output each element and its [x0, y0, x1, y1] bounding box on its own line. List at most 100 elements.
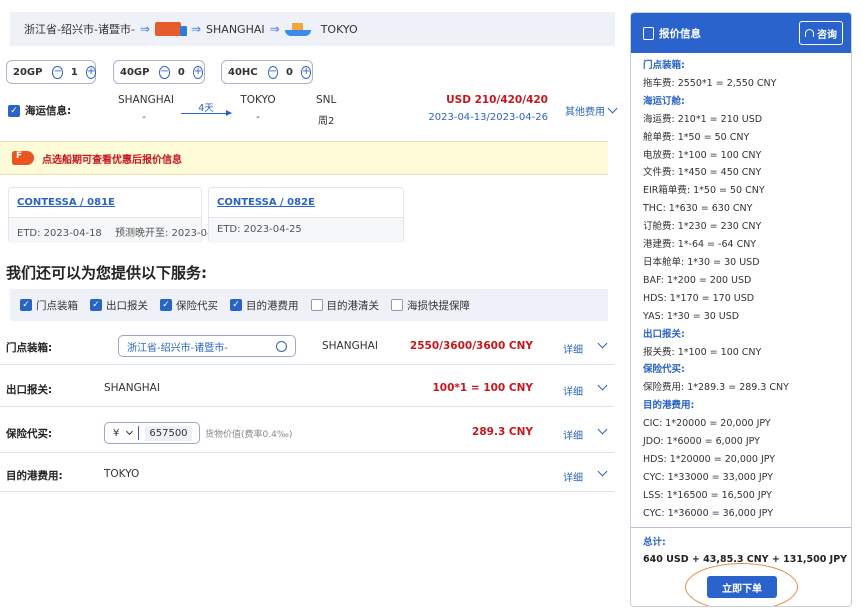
fee-line: BAF: 1*200 = 200 USD [643, 274, 752, 286]
order-now-button[interactable]: 立即下单 [707, 576, 777, 598]
door-address-input[interactable]: 浙江省-绍兴市-诸暨市- [118, 335, 296, 357]
vessel-etd: ETD: 2023-04-25 [217, 224, 302, 235]
fee-line: 日本舱单: 1*30 = 30 USD [643, 256, 760, 268]
customs-port: SHANGHAI [104, 382, 160, 394]
plus-circle-icon[interactable]: + [85, 65, 97, 79]
checkbox-icon[interactable] [391, 299, 403, 311]
door-detail-link[interactable]: 详细 [563, 341, 583, 356]
vessel-card[interactable]: CONTESSA / 082E ETD: 2023-04-25 [208, 187, 404, 243]
other-fees-link[interactable]: 其他费用 [565, 103, 618, 118]
checkbox-icon[interactable]: ✓ [90, 299, 102, 311]
container-qty: 0 [286, 66, 293, 78]
divider [631, 526, 851, 528]
minus-circle-icon[interactable]: − [159, 65, 170, 79]
door-price: 2550/3600/3600 CNY [409, 340, 533, 352]
fee-line: 保险费用: 1*289.3 = 289.3 CNY [643, 382, 789, 394]
currency-select[interactable]: ¥ [113, 428, 119, 439]
fee-line: CYC: 1*36000 = 36,000 JPY [643, 507, 774, 519]
service-option-insurance[interactable]: ✓ 保险代买 [160, 298, 218, 313]
sea-info-checkbox[interactable]: ✓ 海运信息: [8, 103, 71, 118]
fee-line: HDS: 1*170 = 170 USD [643, 292, 755, 304]
service-option-damage-guarantee[interactable]: 海损快提保障 [391, 298, 470, 313]
vessel-name[interactable]: CONTESSA / 082E [209, 188, 403, 218]
search-icon[interactable] [276, 340, 287, 352]
insurance-value-input[interactable]: ¥ 657500 [104, 422, 200, 444]
vessel-etd-row: ETD: 2023-04-18 预测晚开至: 2023-04-19 [9, 218, 230, 243]
service-option-customs[interactable]: ✓ 出口报关 [90, 298, 148, 313]
transit-arrow [181, 113, 231, 114]
checkbox-icon[interactable]: ✓ [160, 299, 172, 311]
sea-to: TOKYO [240, 94, 276, 106]
chevron-down-icon[interactable] [597, 338, 608, 349]
checkbox-icon[interactable]: ✓ [230, 299, 242, 311]
insurance-detail-link[interactable]: 详细 [563, 427, 583, 442]
carrier: SNL [316, 94, 337, 106]
other-fees-label: 其他费用 [565, 107, 605, 118]
plus-circle-icon[interactable]: + [300, 65, 312, 79]
chevron-down-icon[interactable] [597, 380, 608, 391]
fee-line: 文件费: 1*450 = 450 CNY [643, 167, 762, 179]
checkbox-icon[interactable]: ✓ [20, 299, 32, 311]
total-label: 总计: [643, 536, 666, 548]
container-qty: 0 [177, 66, 185, 78]
ship-icon [284, 22, 311, 36]
vessel-etd: ETD: 2023-04-18 [17, 228, 102, 239]
section-head: 门点装箱: [643, 60, 685, 71]
fee-line: HDS: 1*20000 = 20,000 JPY [643, 453, 776, 465]
chevron-down-icon[interactable] [126, 427, 134, 435]
container-stepper-40hc[interactable]: 40HC − 0 + [221, 60, 313, 84]
dest-fees-label: 目的港费用: [6, 470, 63, 482]
vessel-name[interactable]: CONTESSA / 081E [9, 188, 201, 218]
arrow-right-icon: ⇒ [139, 22, 150, 36]
container-stepper-20gp[interactable]: 20GP − 1 + [6, 60, 97, 84]
vessel-card[interactable]: CONTESSA / 081E ETD: 2023-04-18 预测晚开至: 2… [8, 187, 230, 243]
service-option-label: 目的港清关 [326, 299, 380, 312]
container-stepper-40gp[interactable]: 40GP − 0 + [113, 60, 205, 84]
fee-line: 电放费: 1*100 = 100 CNY [643, 149, 762, 161]
door-address-value: 浙江省-绍兴市-诸暨市- [127, 342, 228, 354]
quote-panel-header: 报价信息 咨询 [631, 13, 851, 53]
consult-button[interactable]: 咨询 [799, 21, 843, 45]
fee-line: YAS: 1*30 = 30 USD [643, 310, 740, 322]
minus-circle-icon[interactable]: − [267, 65, 279, 79]
fee-line: 海运费: 210*1 = 210 USD [643, 113, 763, 125]
route-bar: 浙江省-绍兴市-诸暨市- ⇒ ⇒ SHANGHAI ⇒ TOKYO [10, 12, 615, 46]
door-port: SHANGHAI [322, 340, 378, 352]
route-port-from: SHANGHAI [206, 22, 265, 36]
service-option-dest-clearance[interactable]: 目的港清关 [310, 298, 380, 313]
sea-price: USD 210/420/420 [446, 94, 548, 106]
minus-circle-icon[interactable]: − [52, 65, 63, 79]
headset-icon [805, 29, 814, 37]
checkbox-icon[interactable]: ✓ [8, 104, 20, 117]
chevron-down-icon[interactable] [597, 424, 608, 435]
arrow-right-icon: ⇒ [190, 22, 202, 36]
consult-label: 咨询 [817, 29, 837, 41]
section-head: 保险代买: [643, 364, 685, 376]
sailing-weekday: 周2 [318, 116, 335, 127]
customs-label: 出口报关: [6, 384, 53, 396]
customs-price: 100*1 = 100 CNY [432, 382, 534, 394]
container-type: 40GP [120, 66, 150, 78]
service-option-door[interactable]: ✓ 门点装箱 [20, 298, 78, 313]
container-qty: 1 [70, 66, 78, 78]
service-option-label: 门点装箱 [36, 299, 78, 312]
fee-line: LSS: 1*16500 = 16,500 JPY [643, 489, 772, 501]
fee-line: 港建费: 1*-64 = -64 CNY [643, 239, 757, 251]
dest-detail-link[interactable]: 详细 [563, 469, 583, 484]
route-origin: 浙江省-绍兴市-诸暨市- [24, 23, 135, 36]
customs-detail-link[interactable]: 详细 [563, 383, 583, 398]
checkbox-icon[interactable] [310, 299, 323, 311]
insurance-amount[interactable]: 657500 [145, 425, 192, 441]
chevron-down-icon[interactable] [597, 466, 608, 477]
section-head: 目的港费用: [643, 400, 695, 412]
fee-line: CIC: 1*20000 = 20,000 JPY [643, 418, 771, 430]
schedule-notice: 点选船期可查看优惠后报价信息 [0, 141, 608, 175]
notice-text: 点选船期可查看优惠后报价信息 [42, 154, 182, 166]
insurance-hint: 货物价值(费率0.4‰) [205, 430, 293, 440]
container-type: 40HC [228, 66, 258, 78]
service-option-dest-fees[interactable]: ✓ 目的港费用 [230, 298, 299, 313]
insurance-label: 保险代买: [6, 428, 53, 440]
chevron-down-icon[interactable] [607, 103, 618, 114]
plus-circle-icon[interactable]: + [192, 65, 204, 79]
insurance-price: 289.3 CNY [472, 426, 533, 438]
